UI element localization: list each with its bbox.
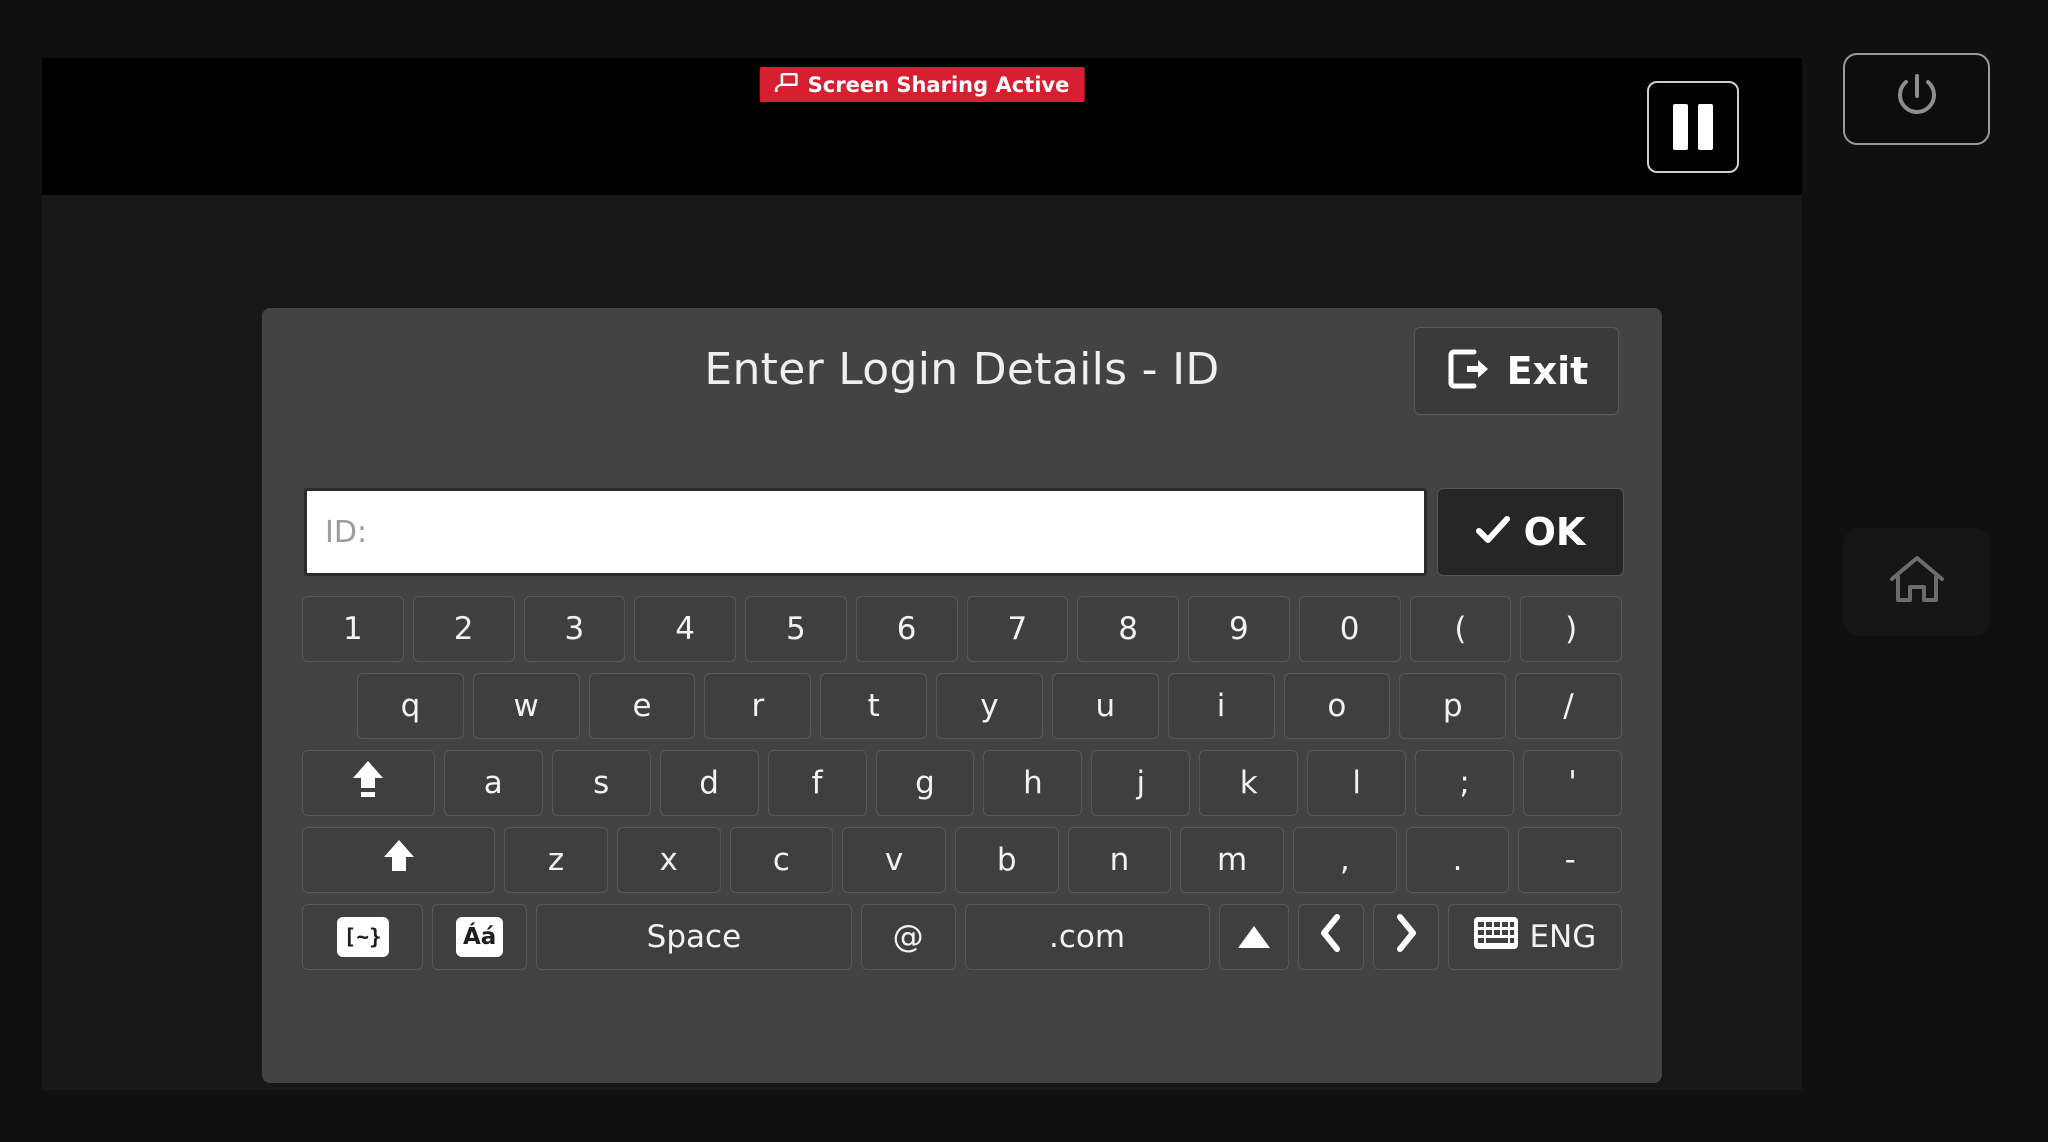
key-n[interactable]: n xyxy=(1067,827,1172,893)
key-e[interactable]: e xyxy=(588,673,696,739)
key-p[interactable]: p xyxy=(1399,673,1507,739)
key-period[interactable]: . xyxy=(1405,827,1510,893)
shift-icon xyxy=(382,838,416,882)
accents-key-icon: Áá xyxy=(456,917,504,957)
key-slash[interactable]: / xyxy=(1515,673,1622,739)
key-l[interactable]: l xyxy=(1307,750,1407,816)
key-3[interactable]: 3 xyxy=(523,596,626,662)
key-a[interactable]: a xyxy=(443,750,543,816)
home-icon xyxy=(1888,553,1946,611)
keyboard-row-functions: [~} Áá Space @ .com ENG xyxy=(302,904,1623,970)
key-v[interactable]: v xyxy=(842,827,946,893)
pause-icon-bar-2 xyxy=(1698,104,1713,150)
screen-share-icon xyxy=(774,72,799,97)
key-arrow-left[interactable] xyxy=(1298,904,1365,970)
key-w[interactable]: w xyxy=(472,673,580,739)
key-paren-close[interactable]: ) xyxy=(1520,596,1622,662)
exit-button[interactable]: Exit xyxy=(1414,327,1619,415)
dialog-header: Enter Login Details - ID Exit xyxy=(262,308,1662,428)
check-icon xyxy=(1475,515,1510,549)
key-symbols[interactable]: [~} xyxy=(302,904,424,970)
language-label: ENG xyxy=(1529,919,1597,955)
symbols-key-icon: [~} xyxy=(336,917,389,957)
key-6[interactable]: 6 xyxy=(855,596,958,662)
key-c[interactable]: c xyxy=(729,827,834,893)
key-paren-open[interactable]: ( xyxy=(1409,596,1512,662)
sign-out-icon xyxy=(1445,346,1491,396)
key-8[interactable]: 8 xyxy=(1077,596,1179,662)
key-1[interactable]: 1 xyxy=(302,596,404,662)
key-g[interactable]: g xyxy=(875,750,975,816)
key-q[interactable]: q xyxy=(357,673,464,739)
power-button[interactable] xyxy=(1843,53,1990,145)
key-f[interactable]: f xyxy=(767,750,867,816)
triangle-up-icon xyxy=(1237,926,1270,948)
key-caps-lock[interactable] xyxy=(302,750,435,816)
home-button[interactable] xyxy=(1843,528,1990,636)
ok-label: OK xyxy=(1523,510,1586,554)
key-accents[interactable]: Áá xyxy=(432,904,528,970)
key-u[interactable]: u xyxy=(1051,673,1159,739)
key-t[interactable]: t xyxy=(820,673,928,739)
key-9[interactable]: 9 xyxy=(1188,596,1290,662)
key-s[interactable]: s xyxy=(551,750,651,816)
key-dot-com[interactable]: .com xyxy=(964,904,1210,970)
keyboard-row-asdf: a s d f g h j k l ; ' xyxy=(302,750,1622,816)
keyboard-row-qwerty: q w e r t y u i o p / xyxy=(302,673,1622,739)
key-k[interactable]: k xyxy=(1199,750,1299,816)
key-arrow-up[interactable] xyxy=(1218,904,1290,970)
key-hyphen[interactable]: - xyxy=(1518,827,1623,893)
key-at[interactable]: @ xyxy=(860,904,956,970)
key-h[interactable]: h xyxy=(983,750,1083,816)
key-r[interactable]: r xyxy=(704,673,812,739)
key-o[interactable]: o xyxy=(1283,673,1391,739)
keyboard-icon xyxy=(1473,916,1519,958)
key-shift[interactable] xyxy=(302,827,496,893)
key-0[interactable]: 0 xyxy=(1298,596,1401,662)
key-z[interactable]: z xyxy=(504,827,608,893)
id-input[interactable] xyxy=(304,488,1427,576)
screen-sharing-label: Screen Sharing Active xyxy=(807,72,1070,97)
power-icon xyxy=(1890,70,1944,128)
key-7[interactable]: 7 xyxy=(966,596,1069,662)
key-4[interactable]: 4 xyxy=(634,596,736,662)
key-arrow-right[interactable] xyxy=(1373,904,1439,970)
caps-lock-icon xyxy=(351,759,385,807)
key-y[interactable]: y xyxy=(936,673,1043,739)
key-2[interactable]: 2 xyxy=(412,596,515,662)
key-b[interactable]: b xyxy=(954,827,1059,893)
keyboard-row-numbers: 1 2 3 4 5 6 7 8 9 0 ( ) xyxy=(302,596,1622,662)
key-space[interactable]: Space xyxy=(536,904,852,970)
key-m[interactable]: m xyxy=(1180,827,1284,893)
key-apostrophe[interactable]: ' xyxy=(1523,750,1622,816)
key-d[interactable]: d xyxy=(659,750,759,816)
login-input-row: OK xyxy=(304,488,1624,576)
key-comma[interactable]: , xyxy=(1292,827,1397,893)
pause-icon xyxy=(1673,104,1688,150)
screen-root: Screen Sharing Active Enter Login Detail… xyxy=(0,0,2048,1142)
chevron-left-icon xyxy=(1319,914,1343,960)
key-i[interactable]: i xyxy=(1167,673,1275,739)
key-language[interactable]: ENG xyxy=(1447,904,1623,970)
screen-sharing-badge: Screen Sharing Active xyxy=(759,67,1085,102)
exit-label: Exit xyxy=(1506,349,1589,393)
key-5[interactable]: 5 xyxy=(745,596,847,662)
on-screen-keyboard: 1 2 3 4 5 6 7 8 9 0 ( ) q w e r t y u i … xyxy=(302,596,1623,981)
content-frame: Screen Sharing Active Enter Login Detail… xyxy=(42,58,1802,1090)
key-semicolon[interactable]: ; xyxy=(1415,750,1515,816)
status-strip: Screen Sharing Active xyxy=(42,58,1802,195)
chevron-right-icon xyxy=(1394,914,1418,960)
key-j[interactable]: j xyxy=(1091,750,1191,816)
key-x[interactable]: x xyxy=(616,827,721,893)
keyboard-row-zxcv: z x c v b n m , . - xyxy=(302,827,1623,893)
pause-button[interactable] xyxy=(1647,81,1739,173)
ok-button[interactable]: OK xyxy=(1437,488,1624,576)
